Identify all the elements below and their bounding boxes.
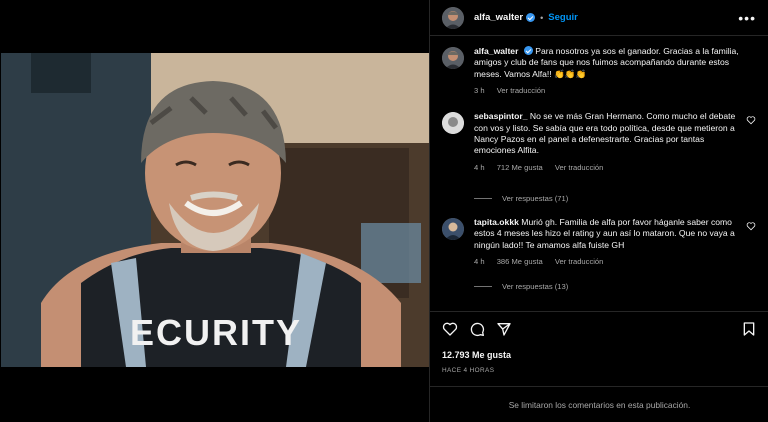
verified-badge-icon — [526, 13, 536, 22]
post-time-ago: HACE 4 HORAS — [442, 367, 495, 374]
follow-button[interactable]: Seguir — [548, 12, 578, 23]
caption-text: alfa_walter Para nosotros ya sos el gana… — [474, 46, 740, 80]
share-icon[interactable] — [496, 321, 512, 337]
likes-count[interactable]: 12.793 Me gusta — [442, 350, 757, 360]
comment-text: sebaspintor_ No se ve más Gran Hermano. … — [474, 111, 740, 157]
view-replies[interactable]: Ver respuestas (71) — [474, 194, 756, 203]
caption: alfa_walter Para nosotros ya sos el gana… — [442, 46, 756, 95]
caption-body: alfa_walter Para nosotros ya sos el gana… — [474, 46, 756, 95]
commenter-avatar[interactable] — [442, 112, 464, 135]
photo-illustration: ECURITY — [1, 53, 429, 367]
replies-line — [474, 286, 492, 288]
replies-line — [474, 197, 492, 199]
view-replies-label[interactable]: Ver respuestas (71) — [502, 194, 568, 203]
caption-meta: 3 h Ver traducción — [474, 86, 740, 95]
comment-body: sebaspintor_ No se ve más Gran Hermano. … — [474, 111, 756, 172]
commenter-username[interactable]: sebaspintor_ — [474, 111, 528, 121]
separator-dot: • — [540, 12, 544, 23]
caption-username[interactable]: alfa_walter — [474, 46, 518, 56]
more-options-icon[interactable]: ••• — [738, 11, 756, 25]
verified-badge-icon — [523, 46, 533, 55]
translate-link[interactable]: Ver traducción — [497, 86, 546, 95]
comment-icon[interactable] — [469, 321, 485, 337]
comment-likes[interactable]: 712 Me gusta — [497, 163, 543, 172]
post-media-pane: ECURITY — [0, 0, 429, 422]
post-actions: 12.793 Me gusta HACE 4 HORAS — [430, 311, 768, 374]
translate-link[interactable]: Ver traducción — [555, 163, 604, 172]
comment-item: tapita.okkk Murió gh. Familia de alfa po… — [442, 217, 756, 266]
post-header: alfa_walter • Seguir ••• — [430, 0, 768, 36]
commenter-username[interactable]: tapita.okkk — [474, 217, 519, 227]
comments-limited-notice: Se limitaron los comentarios en esta pub… — [430, 386, 768, 422]
save-bookmark-icon[interactable] — [741, 321, 757, 337]
heart-icon[interactable] — [746, 221, 756, 231]
comment-item: sebaspintor_ No se ve más Gran Hermano. … — [442, 111, 756, 172]
comment-meta: 4 h 712 Me gusta Ver traducción — [474, 163, 740, 172]
comment-likes[interactable]: 386 Me gusta — [497, 257, 543, 266]
action-icons — [442, 320, 757, 338]
comments-list: alfa_walter Para nosotros ya sos el gana… — [430, 36, 768, 316]
author-username[interactable]: alfa_walter — [474, 12, 523, 23]
caption-avatar[interactable] — [442, 47, 464, 69]
comment-meta: 4 h 386 Me gusta Ver traducción — [474, 257, 740, 266]
post-sidebar: alfa_walter • Seguir ••• alfa_walter Par… — [429, 0, 768, 422]
translate-link[interactable]: Ver traducción — [555, 257, 604, 266]
comment-time: 4 h — [474, 162, 485, 172]
view-replies-label[interactable]: Ver respuestas (13) — [502, 282, 568, 291]
comment-body: tapita.okkk Murió gh. Familia de alfa po… — [474, 217, 756, 266]
like-heart-icon[interactable] — [442, 321, 458, 337]
comment-text: tapita.okkk Murió gh. Familia de alfa po… — [474, 217, 740, 251]
heart-icon[interactable] — [746, 115, 756, 125]
author-avatar[interactable] — [442, 6, 464, 29]
post-photo[interactable]: ECURITY — [1, 53, 429, 367]
caption-time: 3 h — [474, 86, 485, 96]
view-replies[interactable]: Ver respuestas (13) — [474, 282, 756, 291]
shirt-text: ECURITY — [130, 312, 302, 353]
comment-time: 4 h — [474, 257, 485, 267]
commenter-avatar[interactable] — [442, 217, 464, 240]
